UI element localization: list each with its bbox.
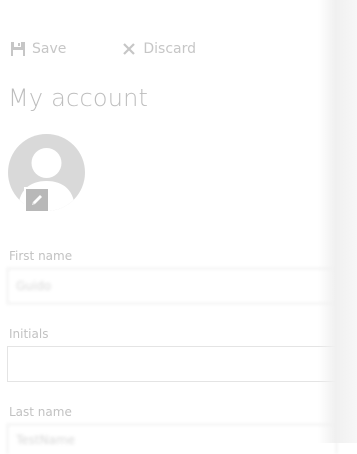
last-name-label: Last name: [9, 405, 72, 419]
first-name-field[interactable]: [7, 268, 337, 304]
initials-label: Initials: [9, 327, 49, 341]
floppy-disk-icon: [10, 41, 26, 57]
first-name-label: First name: [9, 249, 73, 263]
discard-label: Discard: [143, 41, 197, 57]
save-label: Save: [32, 41, 67, 57]
page-title: My account: [8, 84, 149, 112]
pane-edge-shadow: [318, 0, 357, 443]
last-name-field[interactable]: [7, 424, 337, 454]
close-icon: [121, 41, 137, 57]
save-button[interactable]: Save: [10, 41, 66, 57]
discard-button[interactable]: Discard: [121, 41, 196, 57]
avatar[interactable]: [8, 134, 85, 213]
pencil-icon[interactable]: [24, 187, 50, 213]
initials-field[interactable]: [7, 346, 337, 382]
toolbar: Save Discard: [10, 38, 196, 60]
account-pane: Save Discard My account First name Guido…: [0, 0, 337, 454]
